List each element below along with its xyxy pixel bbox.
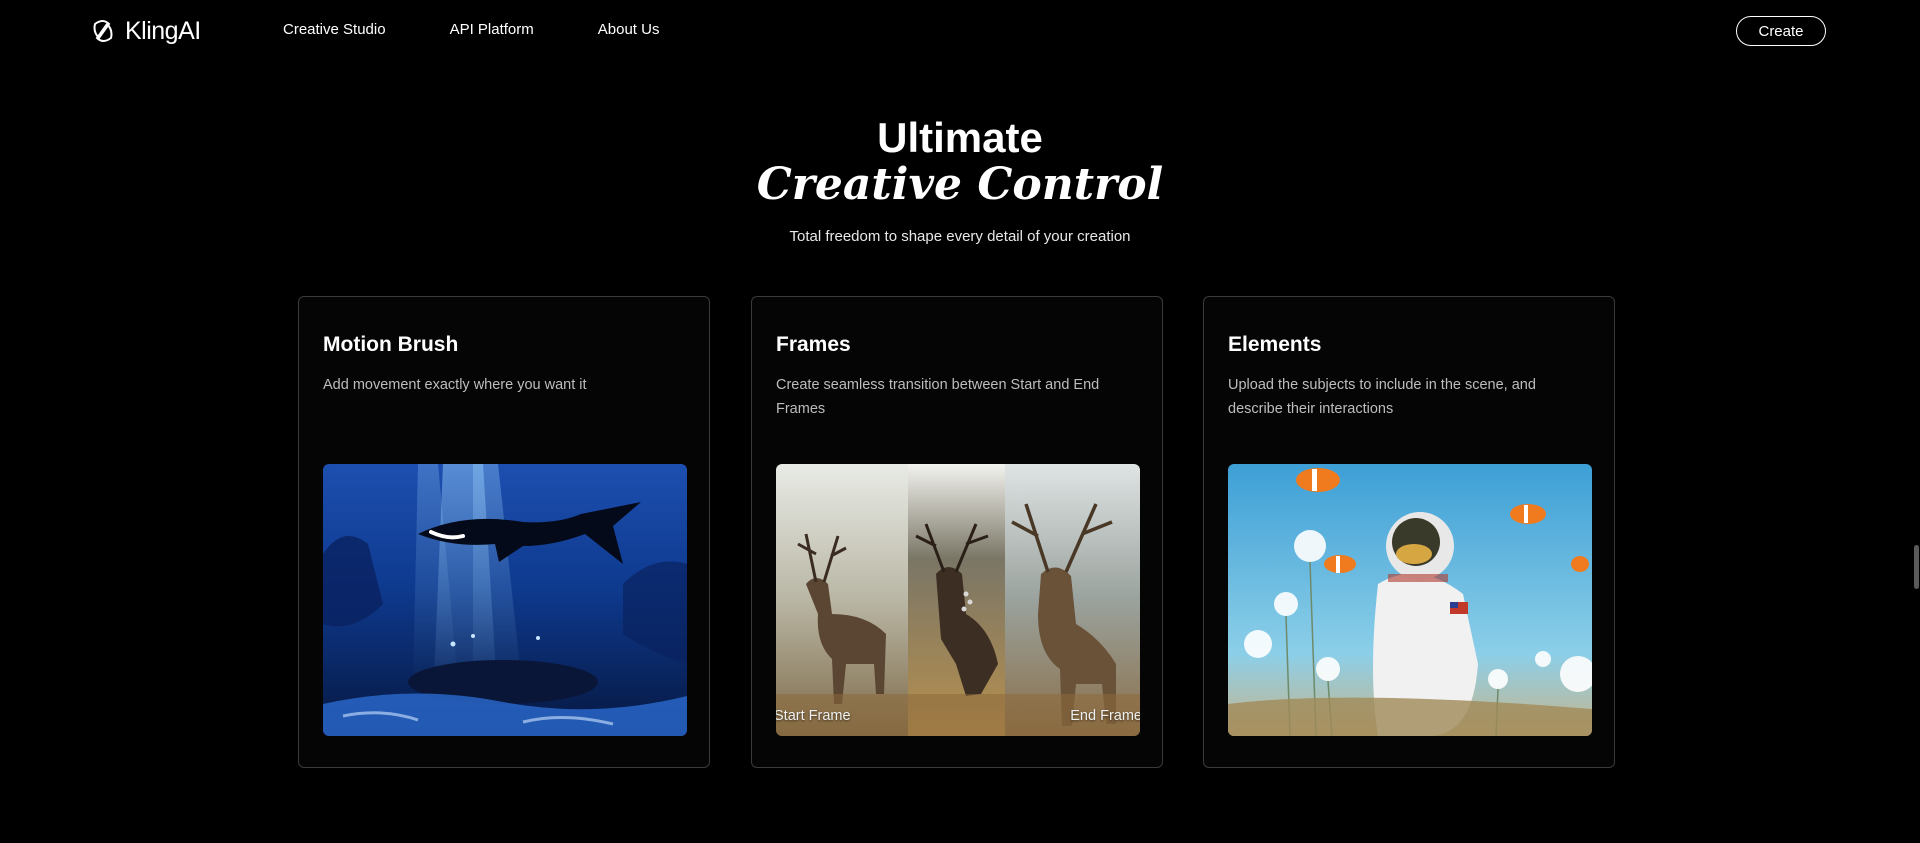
nav-link-api-platform[interactable]: API Platform bbox=[450, 21, 534, 38]
hero-title-italic: Creative Control bbox=[756, 159, 1164, 210]
underwater-shark-image bbox=[323, 464, 687, 736]
feature-card-motion-brush[interactable]: Motion Brush Add movement exactly where … bbox=[298, 296, 710, 768]
feature-card-frames[interactable]: Frames Create seamless transition betwee… bbox=[751, 296, 1163, 768]
brand-logo[interactable]: KlingAI bbox=[89, 14, 201, 48]
top-nav: KlingAI Creative Studio API Platform Abo… bbox=[0, 0, 1920, 62]
astronaut-fish-image bbox=[1228, 464, 1592, 736]
feature-card-elements[interactable]: Elements Upload the subjects to include … bbox=[1203, 296, 1615, 768]
card-description: Add movement exactly where you want it bbox=[323, 377, 587, 393]
kling-logo-icon bbox=[93, 20, 113, 42]
page: KlingAI Creative Studio API Platform Abo… bbox=[0, 0, 1920, 843]
start-frame-label: Start Frame bbox=[776, 708, 851, 724]
end-frame-label: End Frame bbox=[1070, 708, 1140, 724]
card-description: Create seamless transition between Start… bbox=[776, 377, 1100, 417]
main-nav: Creative Studio API Platform About Us bbox=[283, 21, 659, 38]
card-title: Elements bbox=[1228, 333, 1322, 356]
hero-title: Ultimate bbox=[877, 114, 1043, 161]
nav-link-about-us[interactable]: About Us bbox=[598, 21, 660, 38]
create-button[interactable]: Create bbox=[1736, 16, 1826, 46]
card-title: Motion Brush bbox=[323, 333, 459, 356]
card-title: Frames bbox=[776, 333, 851, 356]
deer-frames-image: Start Frame End Frame bbox=[776, 464, 1140, 736]
hero-subtitle: Total freedom to shape every detail of y… bbox=[789, 228, 1131, 245]
nav-link-creative-studio[interactable]: Creative Studio bbox=[283, 21, 386, 38]
card-description: Upload the subjects to include in the sc… bbox=[1228, 377, 1536, 417]
page-scrollbar[interactable] bbox=[1914, 545, 1919, 589]
logo-text: KlingAI bbox=[125, 16, 201, 45]
